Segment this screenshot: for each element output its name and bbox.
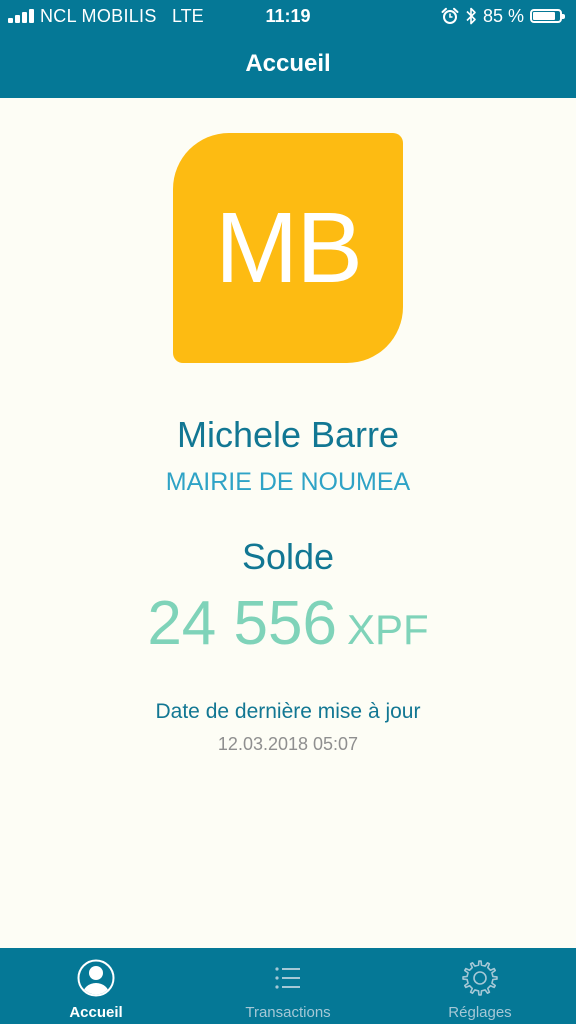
balance-value: 24 556 XPF: [0, 588, 576, 659]
page-title: Accueil: [245, 50, 331, 77]
tab-label: Accueil: [69, 1004, 123, 1021]
top-bar: NCL MOBILIS LTE 11:19 85 % Accueil: [0, 0, 576, 98]
user-circle-icon: [76, 958, 116, 998]
tab-accueil[interactable]: Accueil: [0, 948, 192, 1024]
tab-reglages[interactable]: Réglages: [384, 948, 576, 1024]
balance-currency: XPF: [346, 606, 429, 653]
organisation-name: MAIRIE DE NOUMEA: [165, 468, 411, 496]
alarm-icon: [441, 7, 459, 25]
avatar-initials: MB: [215, 191, 363, 304]
tab-bar: Accueil Transactions Réglages: [0, 948, 576, 1024]
balance-amount: 24 556: [147, 589, 337, 658]
battery-percentage: 85 %: [482, 5, 524, 26]
tab-label: Transactions: [245, 1004, 331, 1021]
battery-icon: [530, 9, 565, 23]
tab-transactions[interactable]: Transactions: [192, 948, 384, 1024]
user-name: Michele Barre: [176, 414, 400, 455]
battery-level: [533, 12, 555, 20]
home-content: MB Michele Barre MAIRIE DE NOUMEA Solde …: [0, 98, 576, 948]
gear-icon: [460, 958, 500, 998]
status-indicators: 85 %: [441, 5, 566, 27]
list-icon: [268, 958, 308, 998]
balance-label: Solde: [241, 536, 335, 577]
status-bar: NCL MOBILIS LTE 11:19 85 %: [0, 0, 576, 32]
bluetooth-icon: [465, 6, 477, 26]
last-update-label: Date de dernière mise à jour: [155, 700, 421, 723]
avatar: MB: [173, 133, 403, 363]
last-update-date: 12.03.2018 05:07: [217, 734, 359, 754]
tab-label: Réglages: [448, 1004, 512, 1021]
